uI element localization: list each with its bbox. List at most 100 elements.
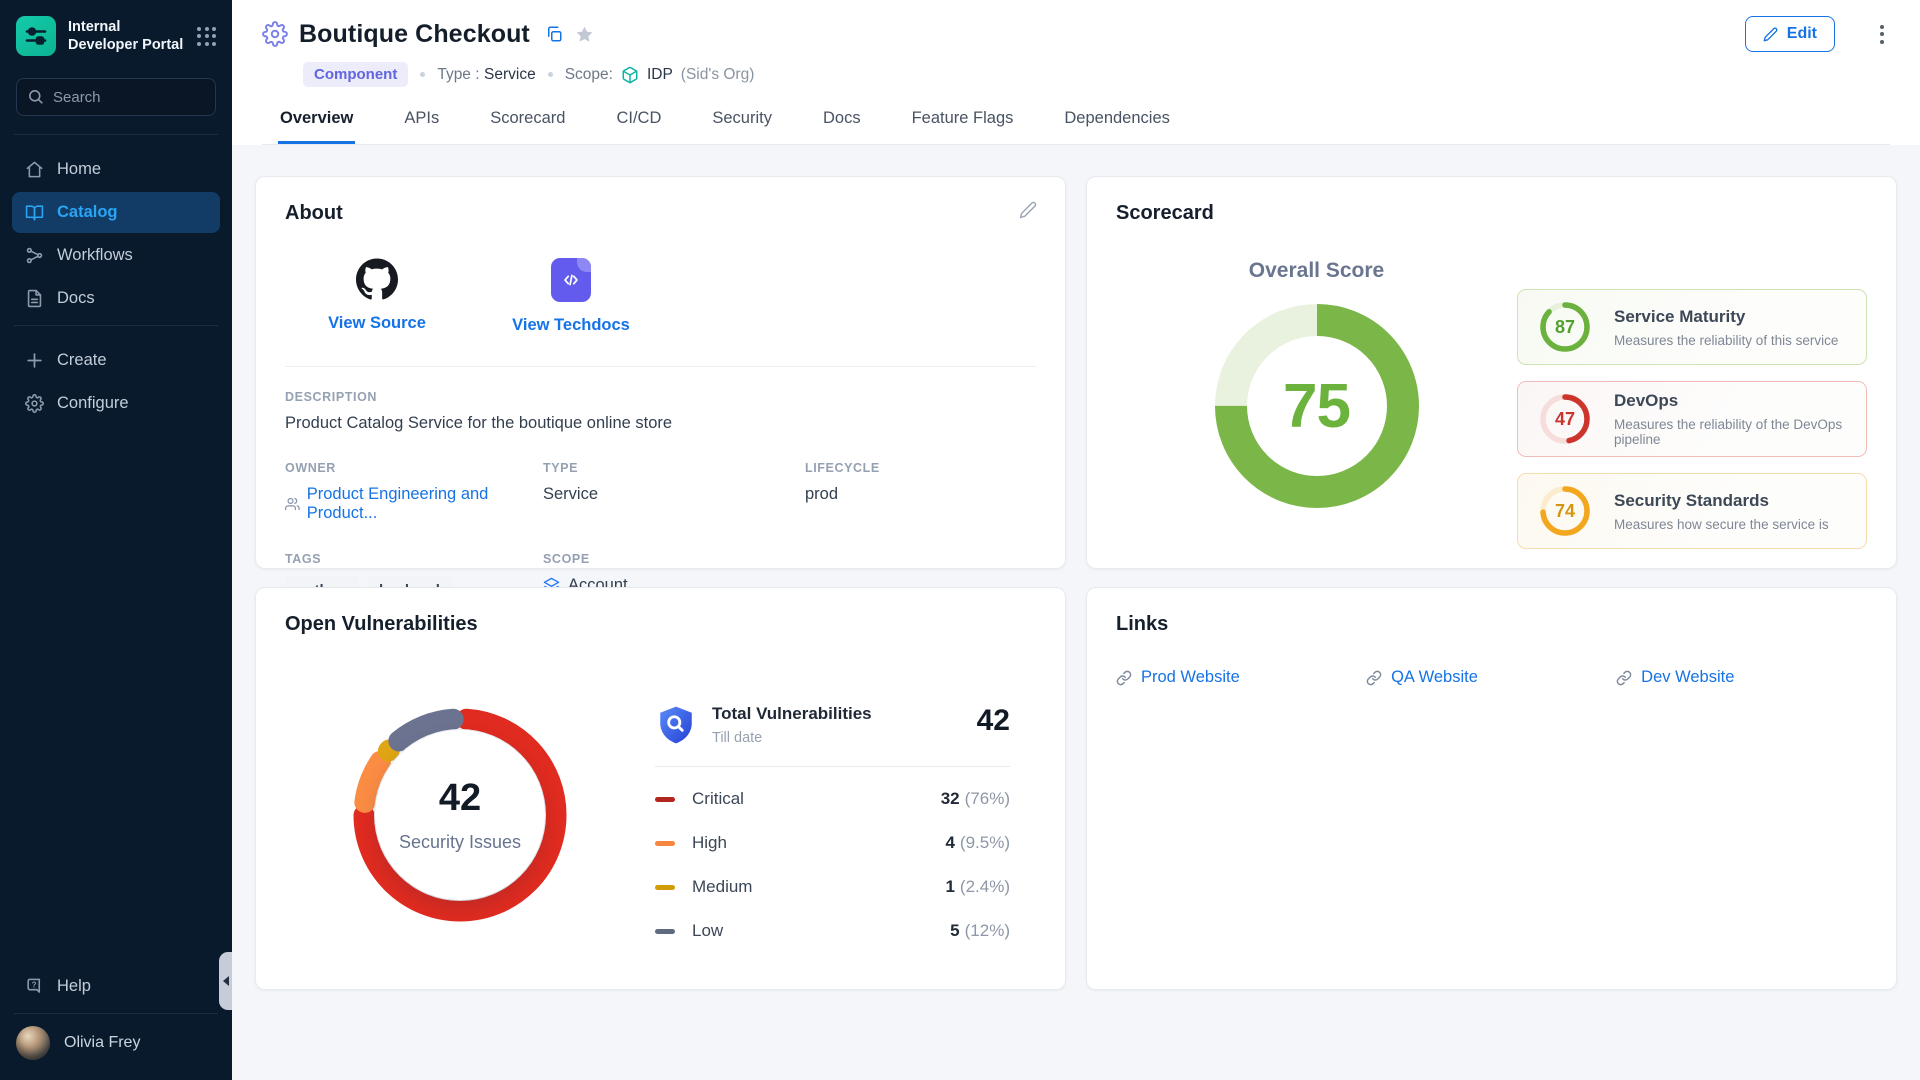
sidebar-item-label: Docs — [57, 289, 95, 308]
score-card-service-maturity[interactable]: 87 Service Maturity Measures the reliabi… — [1517, 289, 1867, 365]
main: Boutique Checkout Edit Component Type : … — [232, 0, 1920, 1080]
vulnerabilities-legend: Critical 32 (76%) High 4 (9.5%) — [655, 777, 1010, 953]
breadcrumb: Component Type : Service Scope: IDP (Sid… — [303, 62, 1890, 87]
tab-cicd[interactable]: CI/CD — [614, 109, 663, 144]
type-value: Service — [543, 485, 805, 504]
title-row: Boutique Checkout Edit — [262, 16, 1890, 52]
sidebar-actions: Create Configure — [0, 326, 232, 430]
view-techdocs-link[interactable]: View Techdocs — [507, 258, 635, 335]
sidebar-item-label: Catalog — [57, 203, 118, 222]
content: About View Source View Techdocs — [232, 145, 1920, 1080]
total-vulnerabilities-subtitle: Till date — [712, 730, 872, 746]
about-card: About View Source View Techdocs — [255, 176, 1066, 569]
sidebar-item-label: Workflows — [57, 246, 133, 265]
docs-icon — [25, 289, 44, 308]
entity-kind-badge: Component — [303, 62, 408, 87]
tab-apis[interactable]: APIs — [402, 109, 441, 144]
description-value: Product Catalog Service for the boutique… — [285, 414, 1036, 433]
about-fields: DESCRIPTION Product Catalog Service for … — [285, 390, 1036, 605]
owner-link[interactable]: Product Engineering and Product... — [285, 485, 543, 523]
tab-dependencies[interactable]: Dependencies — [1062, 109, 1172, 144]
sidebar-item-configure[interactable]: Configure — [12, 383, 220, 424]
score-card-title: Service Maturity — [1614, 307, 1838, 327]
cube-icon — [621, 66, 639, 84]
tab-bar: Overview APIs Scorecard CI/CD Security D… — [262, 109, 1890, 145]
scope-label: SCOPE — [543, 552, 805, 566]
about-edit-pencil-icon[interactable] — [1019, 201, 1037, 224]
sidebar-item-create[interactable]: Create — [12, 340, 220, 381]
scorecard-title: Scorecard — [1116, 202, 1867, 225]
apps-grid-icon[interactable] — [197, 27, 216, 46]
sidebar-bottom: ? Help Olivia Frey — [0, 952, 232, 1080]
tab-docs[interactable]: Docs — [821, 109, 863, 144]
legend-row-low: Low 5 (12%) — [655, 909, 1010, 953]
score-card-devops[interactable]: 47 DevOps Measures the reliability of th… — [1517, 381, 1867, 457]
tab-security[interactable]: Security — [710, 109, 774, 144]
dot-separator — [548, 72, 553, 77]
score-cards: 87 Service Maturity Measures the reliabi… — [1517, 289, 1867, 549]
total-vulnerabilities-title: Total Vulnerabilities — [712, 704, 872, 724]
topbar: Boutique Checkout Edit Component Type : … — [232, 0, 1920, 145]
dot-separator — [420, 72, 425, 77]
sidebar-item-help[interactable]: ? Help — [12, 966, 220, 1007]
tags-label: TAGS — [285, 552, 543, 566]
user-row[interactable]: Olivia Frey — [0, 1014, 232, 1080]
score-card-desc: Measures how secure the service is — [1614, 517, 1829, 532]
workflows-icon — [25, 246, 44, 265]
score-ring: 74 — [1538, 484, 1592, 538]
group-icon — [285, 496, 300, 512]
vulnerabilities-summary: Total Vulnerabilities Till date 42 Criti… — [655, 704, 1036, 953]
type-chunk: Type : Service — [437, 66, 535, 84]
type-label: TYPE — [543, 461, 805, 475]
edit-button[interactable]: Edit — [1745, 16, 1835, 52]
total-vulnerabilities-row: Total Vulnerabilities Till date 42 — [655, 704, 1010, 746]
sidebar-item-workflows[interactable]: Workflows — [12, 235, 220, 276]
tab-feature-flags[interactable]: Feature Flags — [910, 109, 1016, 144]
score-card-desc: Measures the reliability of this service — [1614, 333, 1838, 348]
sidebar-search — [16, 78, 216, 116]
techdocs-icon — [551, 258, 591, 302]
link-qa-website[interactable]: QA Website — [1366, 668, 1616, 687]
shield-search-icon — [655, 704, 697, 746]
star-icon[interactable] — [575, 25, 594, 44]
divider — [285, 366, 1036, 367]
legend-dash — [655, 841, 675, 846]
sidebar-item-label: Configure — [57, 394, 129, 413]
tab-scorecard[interactable]: Scorecard — [488, 109, 567, 144]
chevron-left-icon — [223, 976, 229, 986]
more-options-kebab-icon[interactable] — [1874, 19, 1890, 50]
tab-overview[interactable]: Overview — [278, 109, 355, 144]
link-icon — [1616, 670, 1632, 686]
svg-text:?: ? — [32, 981, 37, 990]
avatar — [16, 1026, 50, 1060]
copy-icon[interactable] — [545, 25, 563, 43]
about-links: View Source View Techdocs — [313, 258, 1036, 335]
github-icon — [356, 258, 398, 300]
about-title: About — [285, 202, 1036, 225]
overall-score-gauge: Overall Score 75 — [1116, 233, 1517, 549]
score-card-desc: Measures the reliability of the DevOps p… — [1614, 417, 1850, 447]
sidebar-item-docs[interactable]: Docs — [12, 278, 220, 319]
score-card-title: DevOps — [1614, 391, 1850, 411]
page-title: Boutique Checkout — [299, 20, 530, 49]
score-card-security-standards[interactable]: 74 Security Standards Measures how secur… — [1517, 473, 1867, 549]
link-prod-website[interactable]: Prod Website — [1116, 668, 1366, 687]
scope-chunk: Scope: IDP (Sid's Org) — [565, 66, 755, 84]
sidebar-collapse-handle[interactable] — [219, 952, 232, 1010]
legend-dash — [655, 929, 675, 934]
link-dev-website[interactable]: Dev Website — [1616, 668, 1866, 687]
vulnerabilities-donut: 42 Security Issues — [343, 698, 577, 932]
search-input[interactable] — [16, 78, 216, 116]
help-icon: ? — [25, 977, 44, 996]
view-source-link[interactable]: View Source — [313, 258, 441, 335]
scorecard-card: Scorecard Overall Score 75 — [1086, 176, 1897, 569]
brand-title: Internal Developer Portal — [68, 18, 183, 54]
score-card-title: Security Standards — [1614, 491, 1829, 511]
description-label: DESCRIPTION — [285, 390, 1036, 404]
overall-score-value: 75 — [1214, 303, 1420, 509]
sidebar-item-home[interactable]: Home — [12, 149, 220, 190]
sidebar-item-catalog[interactable]: Catalog — [12, 192, 220, 233]
home-icon — [25, 160, 44, 179]
catalog-icon — [25, 203, 44, 222]
legend-row-high: High 4 (9.5%) — [655, 821, 1010, 865]
